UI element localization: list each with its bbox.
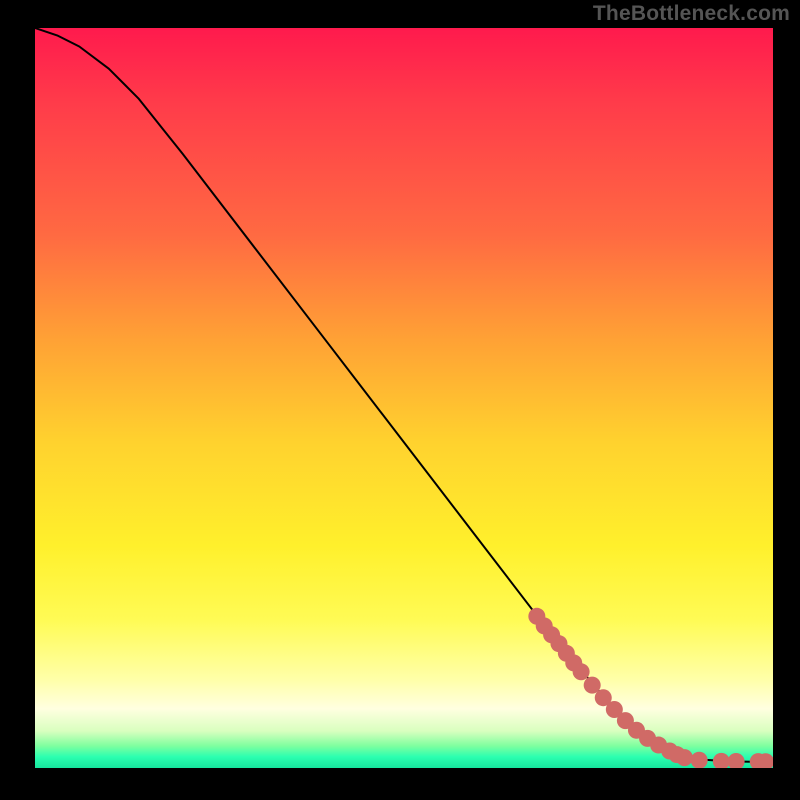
data-point (573, 663, 590, 680)
chart-frame: TheBottleneck.com (0, 0, 800, 800)
chart-overlay (35, 28, 773, 768)
data-points (528, 608, 773, 768)
plot-area (35, 28, 773, 768)
data-point (691, 752, 708, 768)
data-point (713, 753, 730, 768)
data-point (676, 749, 693, 766)
watermark-text: TheBottleneck.com (593, 2, 790, 26)
bottleneck-curve (35, 28, 773, 762)
data-point (728, 753, 745, 768)
